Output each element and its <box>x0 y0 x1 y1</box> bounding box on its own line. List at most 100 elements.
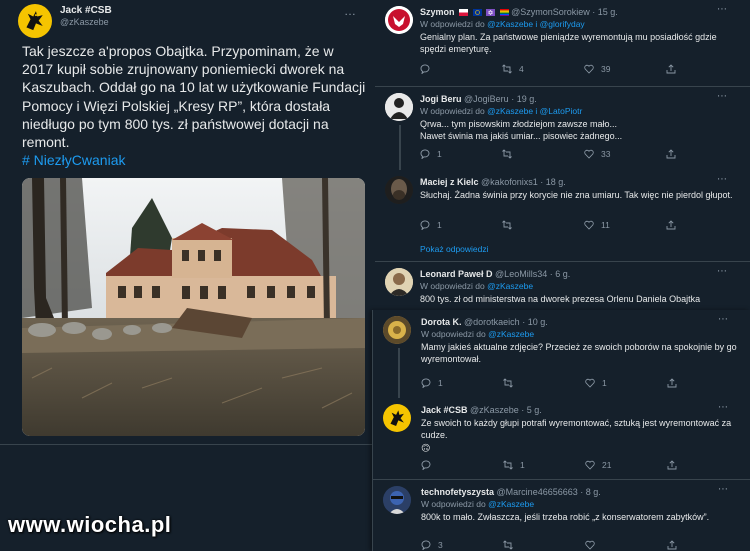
like-button[interactable]: 1 <box>585 378 667 388</box>
main-tweet-header: Jack #CSB @zKaszebe <box>18 4 112 38</box>
reply-tweet[interactable]: technofetyszysta @Marcine46656663 · 8 g.… <box>373 480 750 551</box>
like-button[interactable]: 21 <box>585 460 667 470</box>
comment-button[interactable] <box>421 460 503 470</box>
share-button[interactable] <box>666 149 683 159</box>
reply-tweet[interactable]: Jack #CSB @zKaszebe · 5 g. Ze swoich to … <box>373 398 750 480</box>
author-name[interactable]: Jack #CSB <box>60 4 112 17</box>
reply-tweet[interactable]: Dorota K. @dorotkaeich · 10 g. W odpowie… <box>373 310 750 398</box>
author-handle[interactable]: @zKaszebe <box>60 17 112 28</box>
person-icon <box>385 93 413 121</box>
comment-count: 1 <box>437 220 442 230</box>
retweet-icon <box>503 540 513 550</box>
reply-author-handle[interactable]: @JogiBeru <box>464 94 509 104</box>
avatar[interactable] <box>383 486 411 514</box>
comment-button[interactable]: 1 <box>420 149 502 159</box>
retweet-button[interactable]: 4 <box>502 64 584 74</box>
comment-icon <box>421 378 431 388</box>
reply-to-link[interactable]: @zKaszebe <box>487 281 533 291</box>
share-icon <box>667 378 677 388</box>
reply-tweet[interactable]: Jogi Beru @JogiBeru · 19 g. W odpowiedzi… <box>375 87 750 170</box>
more-icon[interactable]: ⋯ <box>718 402 729 413</box>
reply-time[interactable]: · 6 g. <box>550 269 571 279</box>
reply-author-handle[interactable]: @kakofonixs1 <box>481 177 538 187</box>
share-button[interactable] <box>667 540 684 550</box>
reply-time[interactable]: · 15 g. <box>592 7 618 17</box>
reply-time[interactable]: · 18 g. <box>540 177 566 187</box>
avatar[interactable] <box>385 6 413 34</box>
reply-tweet[interactable]: Szymon @SzymonSorokiew · 15 g. W odpowie… <box>375 0 750 87</box>
share-icon <box>666 220 676 230</box>
reply-time[interactable]: · 10 g. <box>522 317 548 327</box>
avatar[interactable] <box>383 404 411 432</box>
reply-author-name[interactable]: Szymon <box>420 7 455 17</box>
show-replies-link[interactable]: Pokaż odpowiedzi <box>420 244 489 254</box>
reply-to-link[interactable]: @zKaszebe <box>488 499 534 509</box>
person-icon <box>385 268 413 296</box>
share-button[interactable] <box>667 378 684 388</box>
reply-author-name[interactable]: Leonard Paweł D <box>420 269 493 279</box>
avatar[interactable] <box>385 176 413 204</box>
reply-author-handle[interactable]: @LeoMills34 <box>495 269 547 279</box>
reply-author-name[interactable]: Maciej z Kielc <box>420 177 479 187</box>
reply-tweet[interactable]: Maciej z Kielc @kakofonixs1 · 18 g. Słuc… <box>375 170 750 262</box>
retweet-button[interactable]: 1 <box>503 460 585 470</box>
more-icon[interactable]: ⋯ <box>717 174 728 185</box>
share-button[interactable] <box>667 460 684 470</box>
reply-actions: 3 <box>421 540 691 550</box>
reply-time[interactable]: · 5 g. <box>521 405 542 415</box>
reply-to-link[interactable]: @zKaszebe i @glorifyday <box>487 19 585 29</box>
divider <box>0 444 375 445</box>
more-icon[interactable]: ⋯ <box>717 91 728 102</box>
like-button[interactable]: 33 <box>584 149 666 159</box>
reply-author-name[interactable]: Jack #CSB <box>421 405 468 415</box>
retweet-button[interactable] <box>502 149 584 159</box>
share-button[interactable] <box>666 64 683 74</box>
tweet-photo[interactable] <box>22 178 365 436</box>
comment-button[interactable] <box>420 64 502 74</box>
reply-to-link[interactable]: @zKaszebe i @LatoPiotr <box>487 106 582 116</box>
more-icon[interactable]: … <box>344 4 357 18</box>
retweet-icon <box>502 149 512 159</box>
like-button[interactable]: 39 <box>584 64 666 74</box>
comment-button[interactable]: 3 <box>421 540 503 550</box>
share-button[interactable] <box>666 220 683 230</box>
retweet-button[interactable] <box>503 540 585 550</box>
avatar[interactable] <box>383 316 411 344</box>
retweet-button[interactable] <box>502 220 584 230</box>
reply-author-name[interactable]: Dorota K. <box>421 317 462 327</box>
retweet-icon <box>502 64 512 74</box>
avatar[interactable] <box>385 268 413 296</box>
more-icon[interactable]: ⋯ <box>718 484 729 495</box>
reply-to-link[interactable]: @zKaszebe <box>488 329 534 339</box>
like-button[interactable] <box>585 540 667 550</box>
replies-panel-overlay: Dorota K. @dorotkaeich · 10 g. W odpowie… <box>372 310 750 551</box>
reply-author-handle[interactable]: @dorotkaeich <box>464 317 520 327</box>
comment-button[interactable]: 1 <box>421 378 503 388</box>
avatar[interactable] <box>18 4 52 38</box>
comment-button[interactable]: 1 <box>420 220 502 230</box>
reply-author-name[interactable]: technofetyszysta <box>421 487 494 497</box>
more-icon[interactable]: ⋯ <box>718 314 729 325</box>
retweet-count: 4 <box>519 64 524 74</box>
reply-author-handle[interactable]: @Marcine46656663 <box>497 487 578 497</box>
reply-time[interactable]: · 8 g. <box>580 487 601 497</box>
reply-actions: 1 1 <box>421 378 691 388</box>
hashtag-link[interactable]: # NiezłyCwaniak <box>22 152 125 168</box>
comment-count: 1 <box>438 378 443 388</box>
reply-time[interactable]: · 19 g. <box>511 94 537 104</box>
comment-icon <box>421 540 431 550</box>
more-icon[interactable]: ⋯ <box>717 4 728 15</box>
reply-text: 800k to mało. Zwłaszcza, jeśli trzeba ro… <box>421 512 710 522</box>
reply-emoji: 🙃 <box>421 443 431 453</box>
retweet-button[interactable] <box>503 378 585 388</box>
reply-author-name[interactable]: Jogi Beru <box>420 94 462 104</box>
like-button[interactable]: 11 <box>584 220 666 230</box>
reply-author-handle[interactable]: @SzymonSorokiew <box>511 7 590 17</box>
avatar[interactable] <box>385 93 413 121</box>
reply-author-handle[interactable]: @zKaszebe <box>470 405 519 415</box>
eagle-icon <box>385 6 413 34</box>
reply-to-prefix: W odpowiedzi do <box>420 106 485 116</box>
comment-icon <box>421 460 431 470</box>
comment-icon <box>420 149 430 159</box>
more-icon[interactable]: ⋯ <box>717 266 728 277</box>
